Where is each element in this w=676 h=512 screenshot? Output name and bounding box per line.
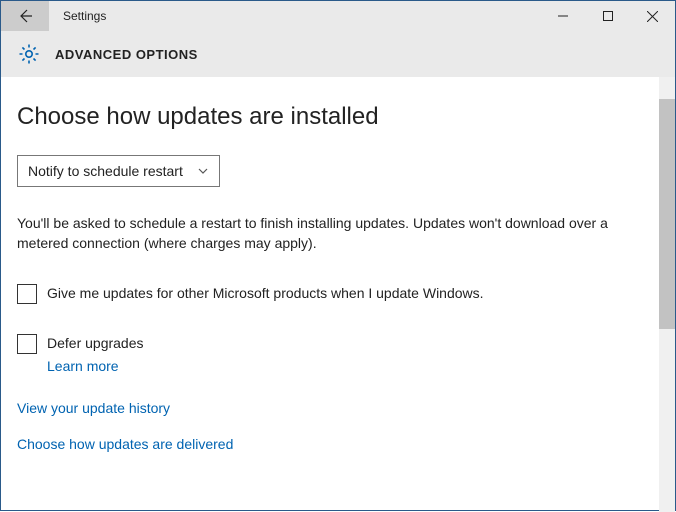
window-title: Settings xyxy=(49,9,106,23)
maximize-button[interactable] xyxy=(585,1,630,31)
checkbox-defer-label: Defer upgrades xyxy=(47,334,144,351)
close-button[interactable] xyxy=(630,1,675,31)
titlebar: Settings xyxy=(1,1,675,31)
arrow-left-icon xyxy=(17,8,33,24)
content-area: Choose how updates are installed Notify … xyxy=(1,77,675,512)
install-mode-dropdown[interactable]: Notify to schedule restart xyxy=(17,155,220,187)
page-heading: Choose how updates are installed xyxy=(17,103,655,131)
learn-more-link[interactable]: Learn more xyxy=(47,358,119,374)
subheader: ADVANCED OPTIONS xyxy=(1,31,675,77)
checkbox-other-products-label: Give me updates for other Microsoft prod… xyxy=(47,284,484,301)
page-section-title: ADVANCED OPTIONS xyxy=(55,47,198,62)
content: Choose how updates are installed Notify … xyxy=(1,77,675,492)
minimize-icon xyxy=(558,11,568,21)
close-icon xyxy=(647,11,658,22)
chevron-down-icon xyxy=(197,165,209,177)
maximize-icon xyxy=(603,11,613,21)
minimize-button[interactable] xyxy=(540,1,585,31)
gear-icon xyxy=(17,42,41,66)
scrollbar-track[interactable] xyxy=(659,77,675,512)
scrollbar-thumb[interactable] xyxy=(659,99,675,329)
install-mode-description: You'll be asked to schedule a restart to… xyxy=(17,213,637,254)
window-controls xyxy=(540,1,675,31)
checkbox-other-products[interactable] xyxy=(17,284,37,304)
checkbox-row-defer: Defer upgrades xyxy=(17,334,655,354)
choose-delivery-link[interactable]: Choose how updates are delivered xyxy=(17,436,655,452)
checkbox-row-other-products: Give me updates for other Microsoft prod… xyxy=(17,284,655,304)
dropdown-value: Notify to schedule restart xyxy=(28,163,183,179)
view-update-history-link[interactable]: View your update history xyxy=(17,400,655,416)
back-button[interactable] xyxy=(1,1,49,31)
checkbox-defer-upgrades[interactable] xyxy=(17,334,37,354)
